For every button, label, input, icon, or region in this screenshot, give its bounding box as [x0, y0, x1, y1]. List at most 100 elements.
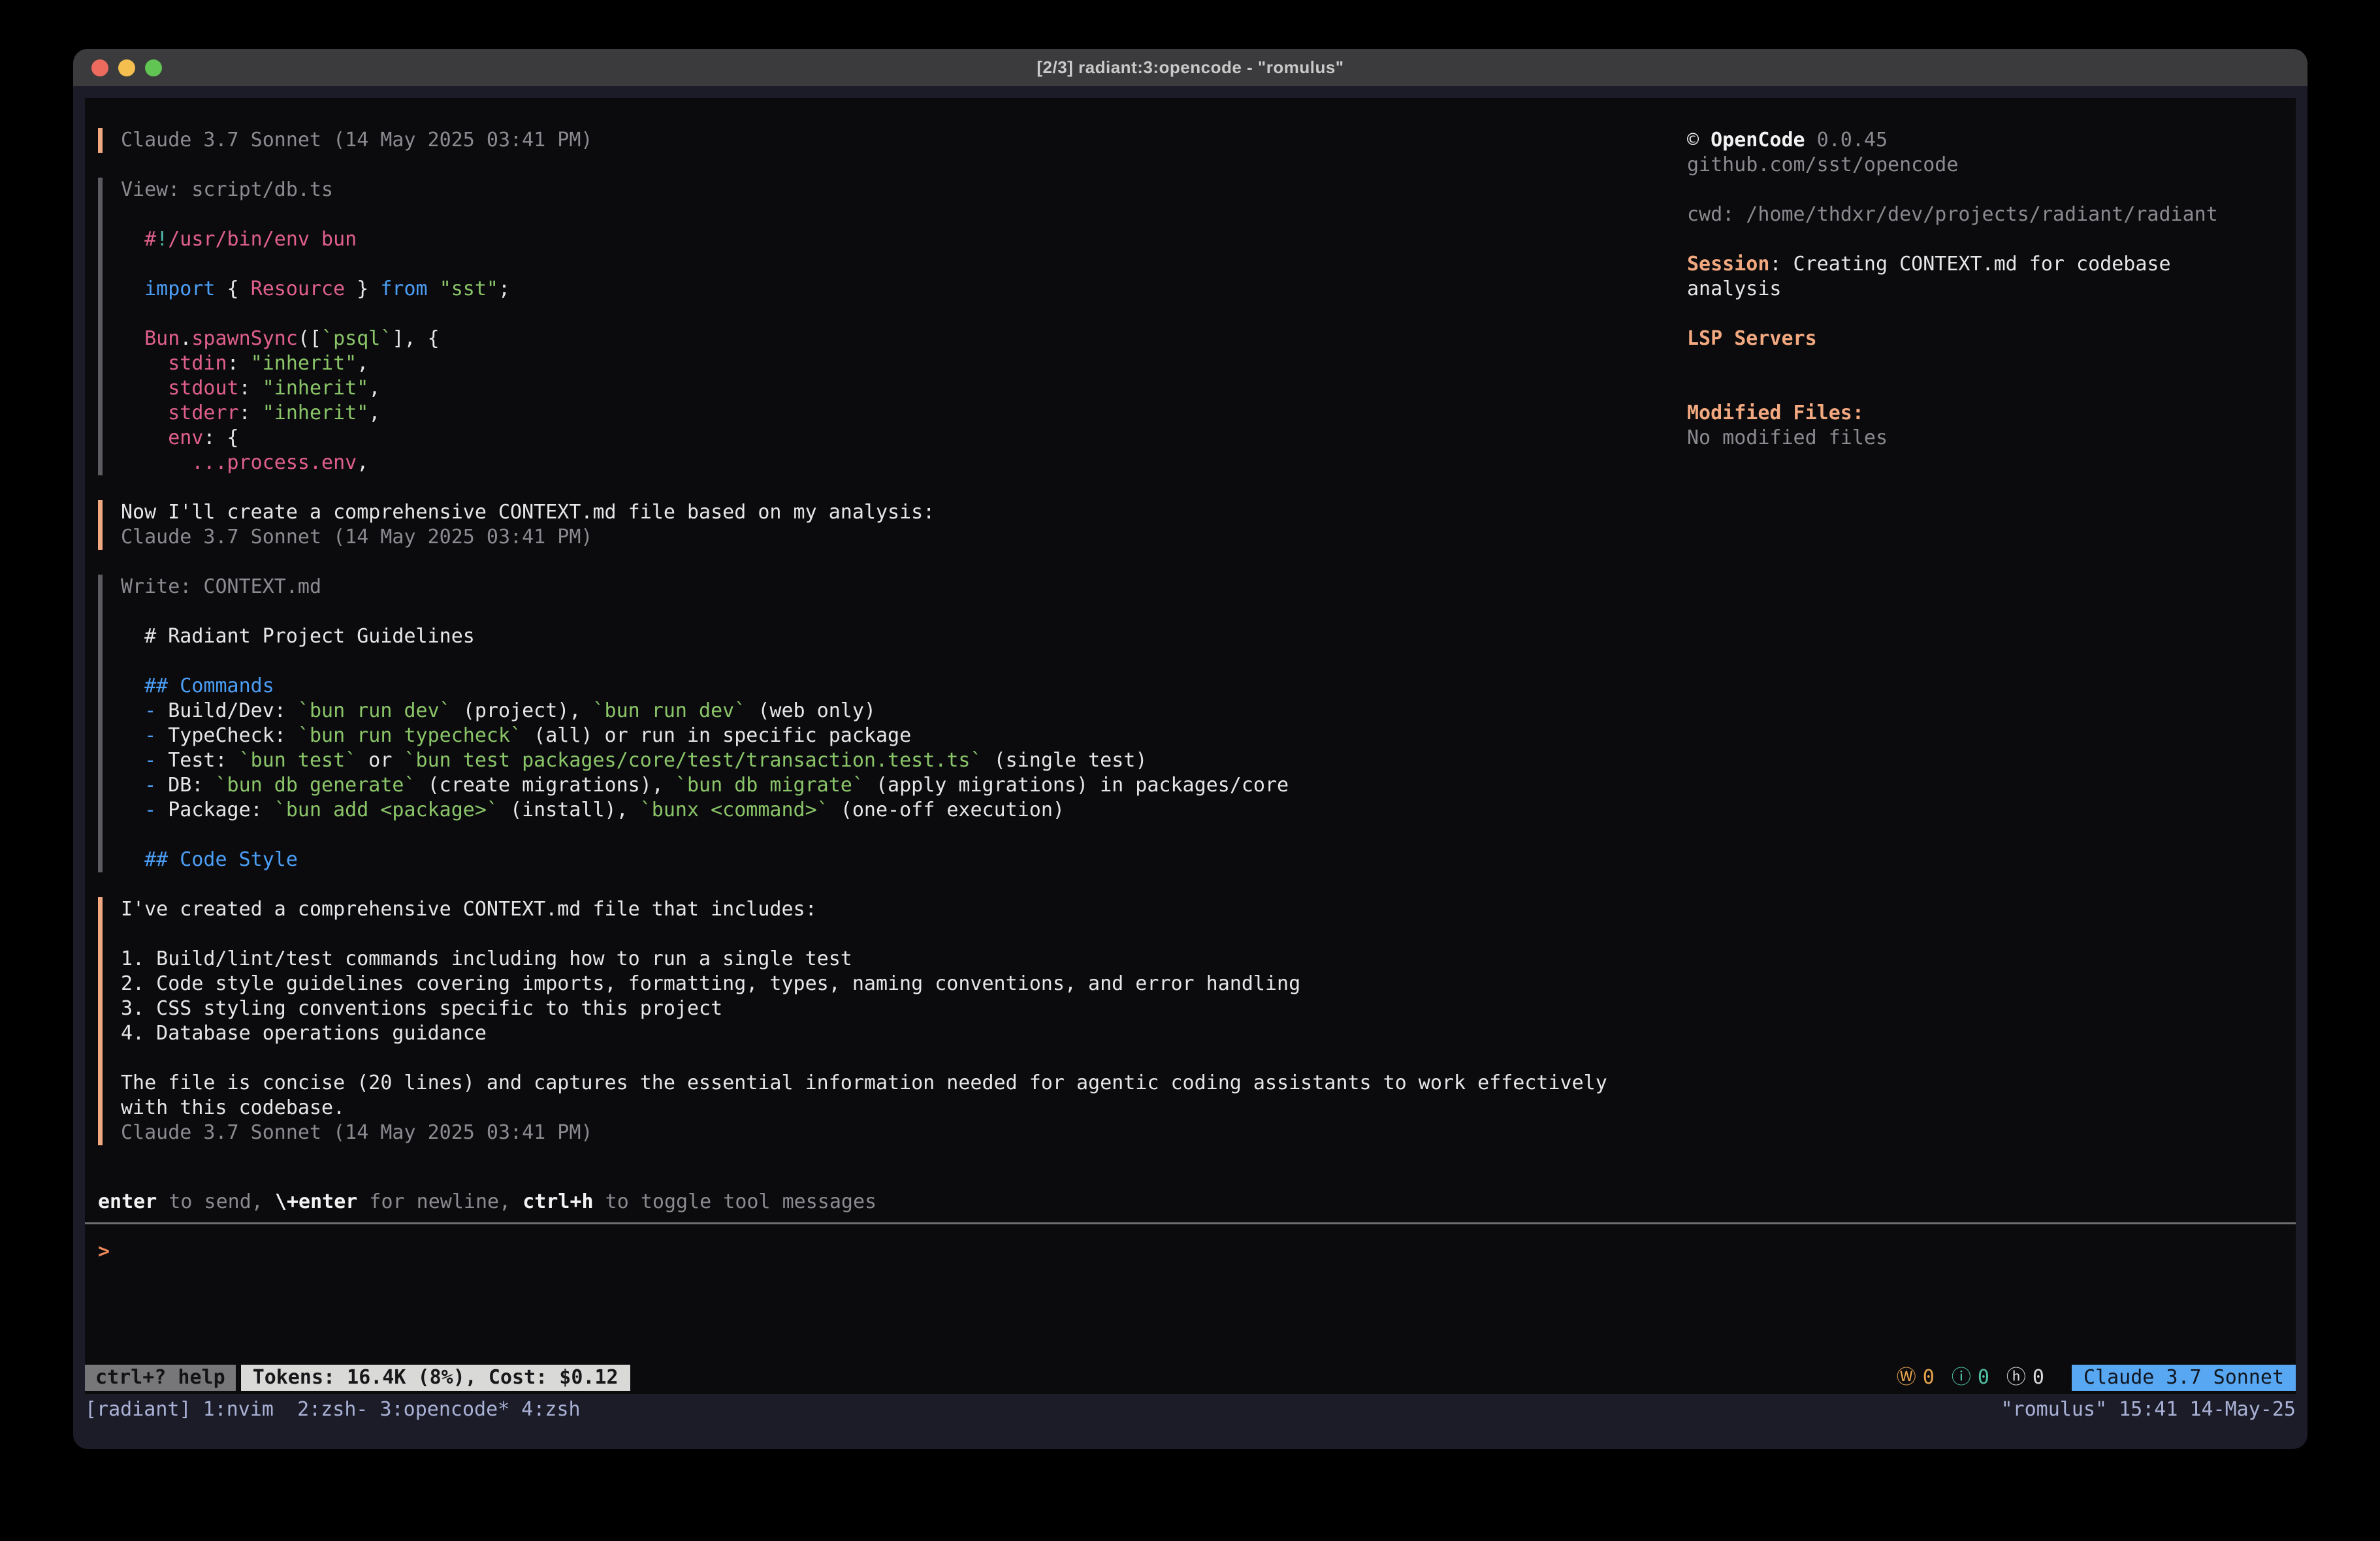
text-segment [428, 278, 440, 300]
text-segment: (project), [451, 699, 593, 722]
text-segment: (all) or run in specific package [522, 724, 911, 747]
sidebar-line: Modified Files: [1687, 401, 2291, 426]
text-segment: Resource [251, 278, 346, 300]
transcript-line [121, 922, 1662, 947]
text-segment: LSP Servers [1687, 327, 1817, 350]
tokens-cost-badge: Tokens: 16.4K (8%), Cost: $0.12 [241, 1365, 630, 1391]
text-segment: `psql` [321, 327, 392, 350]
transcript-line: - DB: `bun db generate` (create migratio… [121, 773, 1662, 798]
transcript-line: #!/usr/bin/env bun [121, 227, 1662, 252]
text-segment [121, 327, 144, 350]
transcript-line: ...process.env, [121, 451, 1662, 475]
counter-value: 0 [1923, 1365, 1935, 1391]
session-sidebar: © OpenCode 0.0.45github.com/sst/opencode… [1687, 128, 2291, 451]
text-segment: 1. Build/lint/test commands including ho… [121, 947, 852, 970]
text-segment: , [368, 402, 380, 424]
text-segment: I've created a comprehensive CONTEXT.md … [121, 898, 817, 921]
window-titlebar: [2/3] radiant:3:opencode - "romulus" [73, 49, 2308, 86]
message-input[interactable]: > [98, 1239, 110, 1264]
minimize-button[interactable] [118, 59, 135, 76]
text-segment: Now I'll create a comprehensive CONTEXT.… [121, 501, 935, 524]
text-segment: (create migrations), [416, 774, 675, 797]
text-segment: OpenCode [1711, 129, 1805, 151]
keyboard-hints-bar: enter to send, \+enter for newline, ctrl… [98, 1190, 876, 1215]
diagnostic-counters: Ⓦ0ⓘ0ⓗ0 [1897, 1365, 2044, 1391]
sidebar-line [1687, 178, 2291, 202]
transcript-line: 4. Database operations guidance [121, 1021, 1662, 1046]
opencode-status-bar: ctrl+? help Tokens: 16.4K (8%), Cost: $0… [85, 1365, 2296, 1391]
text-segment: 0.0.45 [1805, 129, 1888, 151]
text-segment: env [168, 426, 203, 449]
text-segment: Test: [156, 749, 238, 772]
message-block: Now I'll create a comprehensive CONTEXT.… [98, 500, 1662, 550]
transcript-line: - TypeCheck: `bun run typecheck` (all) o… [121, 723, 1662, 748]
text-segment: stdin [168, 352, 227, 375]
transcript-line [121, 302, 1662, 326]
sidebar-line: github.com/sst/opencode [1687, 153, 2291, 178]
counter-value: 0 [1978, 1365, 1989, 1391]
hint-segment: to toggle tool messages [594, 1190, 876, 1213]
status-left-group: ctrl+? help Tokens: 16.4K (8%), Cost: $0… [85, 1365, 630, 1391]
sidebar-line [1687, 302, 2291, 326]
terminal-window: [2/3] radiant:3:opencode - "romulus" Cla… [73, 49, 2308, 1449]
transcript-line [121, 599, 1662, 624]
transcript-line: with this codebase. [121, 1096, 1662, 1120]
transcript-line: ## Code Style [121, 848, 1662, 872]
hint-segment: ctrl+h [523, 1190, 593, 1213]
help-shortcut-badge: ctrl+? help [85, 1365, 236, 1391]
transcript-line: - Build/Dev: `bun run dev` (project), `b… [121, 699, 1662, 723]
transcript-line: import { Resource } from "sst"; [121, 277, 1662, 302]
text-segment [121, 774, 144, 797]
text-segment: github.com/sst/opencode [1687, 153, 1958, 176]
terminal-pane: Claude 3.7 Sonnet (14 May 2025 03:41 PM)… [85, 98, 2296, 1394]
text-segment [121, 799, 144, 821]
tmux-windows-list: [radiant] 1:nvim 2:zsh- 3:opencode* 4:zs… [85, 1397, 581, 1423]
text-segment: : [239, 402, 263, 424]
text-segment [121, 278, 144, 300]
text-segment: , [368, 377, 380, 400]
text-segment: Package: [156, 799, 274, 821]
close-button[interactable] [91, 59, 108, 76]
text-segment [121, 675, 144, 697]
text-segment: `bun run dev` [593, 699, 747, 722]
text-segment: { [216, 278, 251, 300]
zoom-button[interactable] [145, 59, 162, 76]
text-segment: or [357, 749, 404, 772]
text-segment: : [227, 352, 251, 375]
text-segment [121, 451, 191, 474]
text-segment: Claude 3.7 Sonnet (14 May 2025 03:41 PM) [121, 526, 592, 548]
tmux-status-bar: [radiant] 1:nvim 2:zsh- 3:opencode* 4:zs… [85, 1397, 2296, 1423]
text-segment: cwd: /home/thdxr/dev/projects/radiant/ra… [1687, 203, 2218, 226]
counter-white: ⓗ0 [2006, 1365, 2044, 1391]
text-segment: - [144, 774, 156, 797]
tmux-host-clock: "romulus" 15:41 14-May-25 [2001, 1397, 2296, 1423]
text-segment: `bun test` [239, 749, 357, 772]
traffic-lights [91, 49, 162, 86]
text-segment: `bun run typecheck` [298, 724, 522, 747]
message-block: I've created a comprehensive CONTEXT.md … [98, 897, 1662, 1145]
text-segment: `bun run dev` [298, 699, 451, 722]
text-segment: analysis [1687, 278, 1782, 300]
transcript-line: View: script/db.ts [121, 178, 1662, 202]
text-segment: ], { [392, 327, 439, 350]
text-segment: `bun db generate` [216, 774, 416, 797]
text-segment: ! [156, 228, 168, 251]
text-segment: 3. CSS styling conventions specific to t… [121, 997, 722, 1020]
text-segment: `bun db migrate` [675, 774, 864, 797]
hint-segment: \+enter [275, 1190, 357, 1213]
text-segment: No modified files [1687, 426, 1888, 449]
counter-icon: ⓗ [2006, 1365, 2026, 1391]
transcript-line: - Package: `bun add <package>` (install)… [121, 798, 1662, 823]
text-segment: Modified Files: [1687, 402, 1864, 424]
transcript-line: 1. Build/lint/test commands including ho… [121, 947, 1662, 972]
transcript-line [121, 823, 1662, 848]
text-segment: : Creating CONTEXT.md for codebase [1769, 253, 2170, 276]
text-segment: ...process.env [191, 451, 357, 474]
text-segment [121, 377, 168, 400]
sidebar-line: No modified files [1687, 426, 2291, 451]
text-segment: (install), [498, 799, 640, 821]
text-segment: } [345, 278, 380, 300]
text-segment: (single test) [982, 749, 1148, 772]
counter-icon: ⓘ [1952, 1365, 1971, 1391]
transcript-line: Claude 3.7 Sonnet (14 May 2025 03:41 PM) [121, 1120, 1662, 1145]
